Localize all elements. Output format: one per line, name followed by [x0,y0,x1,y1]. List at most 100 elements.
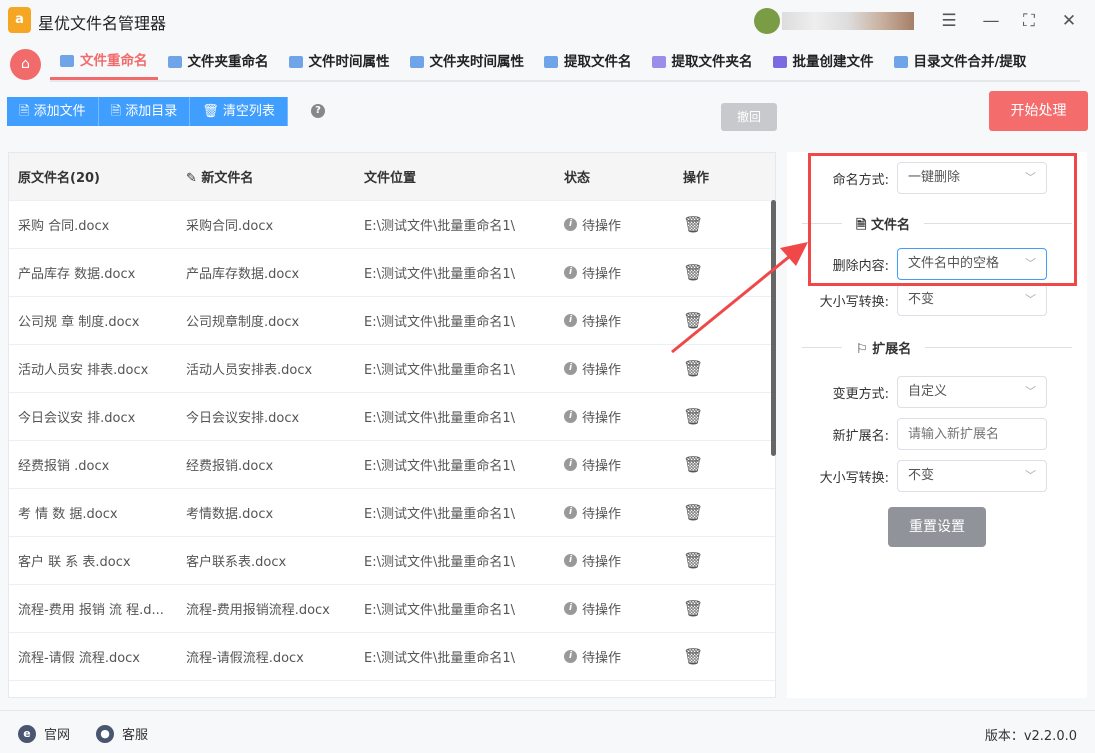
status: i 待操作 [564,407,683,426]
info-icon: i [564,218,577,231]
value: 不变 [908,468,935,483]
new-ext-label: 新扩展名: [832,428,889,444]
tab-label: 文件时间属性 [308,54,390,70]
tab-label: 文件重命名 [80,52,148,69]
original-name: 今日会议安 排.docx [18,411,136,426]
new-name: 流程-费用报销流程.docx [186,603,330,618]
delete-icon[interactable]: 🗑 [683,647,763,666]
status-text: 待操作 [582,219,622,234]
section-label: 文件名 [870,218,910,233]
tab-folder-time[interactable]: 文件夹时间属性 [400,44,535,80]
file-location: E:\测试文件\批量重命名1\ [364,363,516,378]
add-directory-button[interactable]: 🗎 添加目录 [98,97,191,126]
help-icon[interactable]: ? [311,104,325,118]
delete-icon[interactable]: 🗑 [683,455,763,474]
file-location: E:\测试文件\批量重命名1\ [364,603,516,618]
avatar[interactable] [754,8,780,34]
original-name: 客户 联 系 表.docx [18,555,131,570]
settings-panel: 命名方式: 一键删除 ﹀ 🗎 文件名 删除内容: 文件名中的空格 ﹀ 大小写转换: … [787,152,1087,698]
tab-batch-create[interactable]: 批量创建文件 [763,44,884,80]
new-name: 考情数据.docx [186,507,274,522]
filename-section: 🗎 文件名 [802,214,1072,238]
case-label: 大小写转换: [819,294,889,310]
support-link[interactable]: ● 客服 [96,724,148,743]
minimize-icon[interactable]: — [978,8,1004,34]
table-row: 今日会议安 排.docx 今日会议安排.docx E:\测试文件\批量重命名1\… [9,393,775,441]
delete-icon[interactable]: 🗑 [683,359,763,378]
tab-extract-filename[interactable]: 提取文件名 [534,44,642,80]
website-link[interactable]: e 官网 [18,724,70,743]
extension-section: ⚐ 扩展名 [802,338,1072,357]
table-row: 考 情 数 据.docx 考情数据.docx E:\测试文件\批量重命名1\ i… [9,489,775,537]
chevron-down-icon: ﹀ [1025,257,1036,270]
section-label: 扩展名 [872,342,912,357]
start-processing-button[interactable]: 开始处理 [989,91,1088,131]
tab-label: 文件夹时间属性 [429,54,525,70]
case-select[interactable]: 不变 ﹀ [897,284,1047,316]
maximize-icon[interactable]: ⛶ [1016,8,1042,34]
naming-mode-label: 命名方式: [832,172,889,188]
status-text: 待操作 [582,507,622,522]
tab-merge-extract[interactable]: 目录文件合并/提取 [884,44,1037,80]
delete-icon[interactable]: 🗑 [683,503,763,522]
label: 清空列表 [222,104,275,119]
delete-icon[interactable]: 🗑 [683,551,763,570]
new-name: 产品库存数据.docx [186,267,300,282]
original-name: 考 情 数 据.docx [18,507,118,522]
ext-case-row: 大小写转换: 不变 ﹀ [809,460,1047,492]
ext-case-select[interactable]: 不变 ﹀ [897,460,1047,492]
user-name-blurred [782,12,914,30]
header-label: 新文件名 [201,171,254,186]
tab-label: 提取文件名 [564,54,632,70]
status: i 待操作 [564,455,683,474]
file-location: E:\测试文件\批量重命名1\ [364,411,516,426]
app-logo: a [8,7,31,33]
arrow-shaft [671,250,796,354]
undo-button[interactable]: 撤回 [721,103,777,131]
extract-icon [651,56,666,68]
website-label: 官网 [44,728,71,743]
status-text: 待操作 [582,411,622,426]
naming-mode-select[interactable]: 一键删除 ﹀ [897,162,1047,194]
ext-mode-row: 变更方式: 自定义 ﹀ [809,376,1047,408]
info-icon: i [564,602,577,615]
delete-content-select[interactable]: 文件名中的空格 ﹀ [897,248,1047,280]
extract-icon [544,56,558,68]
chevron-down-icon: ﹀ [1025,469,1036,482]
delete-icon[interactable]: 🗑 [683,599,763,618]
tab-extract-foldername[interactable]: 提取文件夹名 [642,44,763,80]
drawer-icon [893,56,908,68]
file-location: E:\测试文件\批量重命名1\ [364,651,516,666]
tab-bar: 文件重命名 文件夹重命名 文件时间属性 文件夹时间属性 提取文件名 提取文件夹名… [50,44,1080,82]
original-name: 产品库存 数据.docx [18,267,136,282]
section-title: ⚐ 扩展名 [842,338,926,357]
tab-label: 目录文件合并/提取 [913,54,1027,70]
settings-icon[interactable]: ☰ [936,8,962,34]
files-icon [772,56,787,68]
table-row: 经费报销 .docx 经费报销.docx E:\测试文件\批量重命名1\ i 待操… [9,441,775,489]
add-file-button[interactable]: 🗎 添加文件 [7,97,99,126]
tab-label: 提取文件夹名 [671,54,753,70]
original-name: 活动人员安 排表.docx [18,363,149,378]
reset-settings-button[interactable]: 重置设置 [888,507,986,547]
chevron-down-icon: ﹀ [1025,385,1036,398]
clear-list-button[interactable]: 🗑 清空列表 [190,97,288,126]
close-icon[interactable]: ✕ [1056,8,1082,34]
original-name: 经费报销 .docx [18,459,110,474]
status-text: 待操作 [582,459,622,474]
header-original-name: 原文件名(20) [18,171,100,186]
info-icon: i [564,314,577,327]
tab-folder-rename[interactable]: 文件夹重命名 [158,44,279,80]
header-new-name: ✎ 新文件名 [186,171,254,186]
delete-icon[interactable]: 🗑 [683,407,763,426]
tab-file-time[interactable]: 文件时间属性 [279,44,400,80]
footer: e 官网 ● 客服 版本：v2.2.0.0 [0,710,1095,753]
ext-mode-select[interactable]: 自定义 ﹀ [897,376,1047,408]
home-button[interactable]: ⌂ [10,49,41,80]
info-icon: i [564,650,577,663]
tab-file-rename[interactable]: 文件重命名 [50,44,158,80]
clock-icon [409,56,424,68]
file-icon [60,54,74,67]
file-location: E:\测试文件\批量重命名1\ [364,555,516,570]
new-extension-input[interactable] [897,418,1047,450]
